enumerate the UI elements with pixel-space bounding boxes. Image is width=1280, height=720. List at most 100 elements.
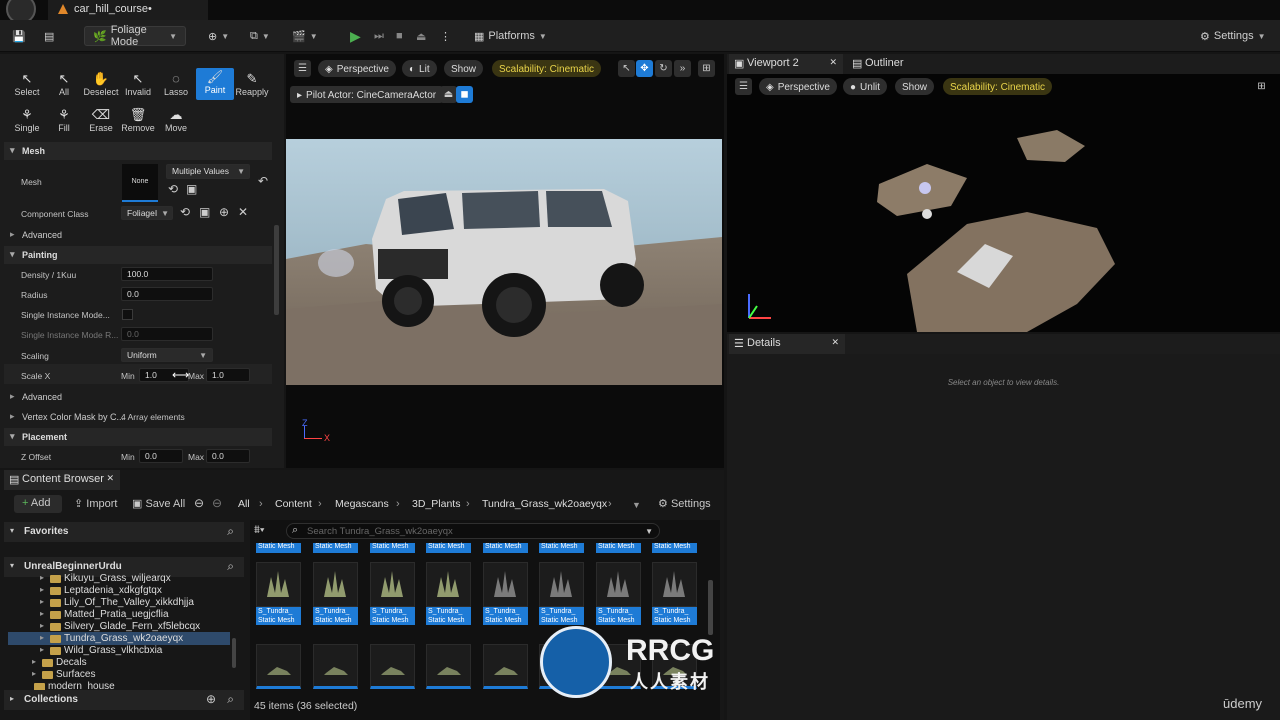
close-icon[interactable]: ✕ [829,57,837,68]
cinematics-button[interactable]: 🎬 ▼ [292,26,318,46]
tool-deselect[interactable]: ✋ Deselect [82,70,120,100]
folder-item[interactable]: ▸ Decals [32,657,87,668]
eject-pilot-icon[interactable]: ⏏ [440,86,457,103]
select-mode-icon[interactable]: ↖ [618,60,635,77]
stop-button[interactable]: ■ [396,26,403,46]
hamburger-menu-icon[interactable]: ☰ [294,60,311,77]
browse-icon[interactable]: ▣ [186,182,197,196]
reset-icon[interactable]: ↶ [258,174,268,188]
content-icon[interactable]: ▤ [44,26,54,46]
blueprint-button[interactable]: ⧉ ▼ [250,26,270,46]
breadcrumb-item[interactable]: All [238,498,250,510]
tool-paint[interactable]: 🖌 Paint [196,68,234,100]
lit-button[interactable]: ◐ Lit [402,60,437,77]
advanced-expander-2[interactable]: Advanced [4,388,272,406]
asset-tile[interactable] [483,644,528,689]
perspective-button[interactable]: ◈ Perspective [318,60,396,77]
tool-select[interactable]: ↖ Select [8,70,46,100]
save-all-button[interactable]: ▣ Save All [132,497,185,510]
add-actor-button[interactable]: ⊕ ▼ [208,26,229,46]
add-collection-icon[interactable]: ⊕ [206,692,216,706]
asset-tile[interactable]: S_Tundra_ Static Mesh [370,562,415,625]
folder-item[interactable]: ▸modern_house [34,681,115,690]
scalability-badge[interactable]: Scalability: Cinematic [492,60,602,77]
mesh-section[interactable]: Mesh [4,142,272,160]
asset-tile[interactable]: S_Tundra_ Static Mesh [652,562,697,625]
folder-item[interactable]: ▸ Lily_Of_The_Valley_xikkdhjja [40,597,194,608]
breadcrumb-item[interactable]: Tundra_Grass_wk2oaeyqx [482,498,607,510]
scaling-dropdown[interactable]: Uniform ▼ [121,348,213,362]
asset-tile[interactable]: S_Tundra_ Static Mesh [313,562,358,625]
asset-tile[interactable]: S_Tundra_ Static Mesh [256,562,301,625]
history-back-icon[interactable]: ⊖ [194,496,204,510]
cb-settings-button[interactable]: ⚙ Settings [658,497,711,510]
rotate-icon[interactable]: ↻ [655,60,672,77]
use-selected-icon[interactable]: ⟲ [168,182,178,196]
viewport2-tab[interactable]: ▣ Viewport 2 ✕ [729,54,843,74]
mesh-thumbnail[interactable]: None [122,164,158,202]
level-tab[interactable]: car_hill_course• [48,0,208,20]
use-selected-icon[interactable]: ⟲ [180,205,190,219]
folder-item[interactable]: ▸ Leptadenia_xdkgfgtqx [40,585,162,596]
single-instance-r-input[interactable]: 0.0 [121,327,213,341]
mode-dropdown[interactable]: 🌿 Foliage Mode ▼ [84,24,186,48]
asset-tile[interactable]: S_Tundra_ Static Mesh [426,562,471,625]
z-offset-min-input[interactable]: 0.0 [139,449,183,463]
more-icon[interactable]: » [674,60,691,77]
asset-tile[interactable]: S_Tundra_ Static Mesh [539,562,584,625]
favorites-header[interactable]: ▾ Favorites ⌕ [4,522,244,542]
collections-header[interactable]: ▸ Collections ⊕ ⌕ [4,690,244,710]
breadcrumb-item[interactable]: Megascans [335,498,389,510]
scale-x-max-input[interactable]: 1.0 [206,368,250,382]
chevron-down-icon[interactable]: ▼ [632,500,641,510]
outliner-tab[interactable]: ▤ Outliner [847,54,947,74]
folder-item[interactable]: ▸ Silvery_Glade_Fern_xf5lebcqx [40,621,200,632]
tool-move[interactable]: ☁ Move [157,106,195,136]
pilot-actor-bar[interactable]: ▸ Pilot Actor: CineCameraActor [290,86,444,103]
asset-tile[interactable] [426,644,471,689]
content-browser-tab[interactable]: ▤ Content Browser ✕ [4,470,120,490]
save-icon[interactable]: 💾 [12,26,26,46]
folder-item[interactable]: ▸ Wild_Grass_vlkhcbxia [40,645,162,656]
asset-tile[interactable] [370,644,415,689]
asset-tile[interactable]: S_Tundra_ Static Mesh [596,562,641,625]
advance-frame-button[interactable]: ⏭ [374,26,384,46]
layout-icon[interactable]: ⊞ [698,60,715,77]
breadcrumb-item[interactable]: 3D_Plants [412,498,460,510]
tool-invalid[interactable]: ↖ Invalid [119,70,157,100]
asset-tile[interactable] [256,644,301,689]
add-button[interactable]: + Add [14,495,62,513]
search-icon[interactable]: ⌕ [227,692,234,707]
single-instance-checkbox[interactable] [122,309,133,320]
search-icon[interactable]: ⌕ [227,524,234,539]
radius-input[interactable]: 0.0 [121,287,213,301]
folder-item-selected[interactable]: ▸ Tundra_Grass_wk2oaeyqx [40,633,183,644]
asset-search-input[interactable]: ⌕ Search Tundra_Grass_wk2oaeyqx ▼ [286,523,660,539]
breadcrumb-item[interactable]: Content [275,498,312,510]
platforms-button[interactable]: ▦ Platforms ▼ [474,26,547,46]
viewport-secondary[interactable]: ☰ ◈ Perspective ● Unlit Show Scalability: … [727,74,1280,332]
close-icon[interactable]: ✕ [106,473,114,484]
tool-fill[interactable]: ⚘ Fill [45,106,83,136]
eject-button[interactable]: ⏏ [416,26,426,46]
tool-all[interactable]: ↖ All [45,70,83,100]
component-class-picker[interactable]: FoliageI ▼ [121,206,173,220]
tree-scrollbar[interactable] [232,638,236,668]
asset-scrollbar[interactable] [708,580,713,635]
search-icon[interactable]: ⌕ [227,559,234,574]
density-input[interactable]: 100.0 [121,267,213,281]
folder-item[interactable]: ▸ Kikuyu_Grass_wiljearqx [40,573,171,584]
import-button[interactable]: ⇪ Import [74,497,117,510]
browse-icon[interactable]: ▣ [199,205,210,219]
show-button[interactable]: Show [444,60,484,77]
folder-item[interactable]: ▸ Matted_Pratia_uegjcflia [40,609,169,620]
history-forward-icon[interactable]: ⊖ [212,496,222,510]
clear-icon[interactable]: ✕ [238,205,248,219]
painting-section[interactable]: Painting [4,246,272,264]
translate-icon[interactable]: ✥ [636,60,653,77]
mesh-picker[interactable]: Multiple Values ▼ [166,164,250,179]
filter-icon[interactable]: ⩩▾ [254,524,265,537]
tool-remove[interactable]: 🗑 Remove [119,106,157,136]
tool-single[interactable]: ⚘ Single [8,106,46,136]
more-options-icon[interactable]: ⋮ [440,26,451,46]
